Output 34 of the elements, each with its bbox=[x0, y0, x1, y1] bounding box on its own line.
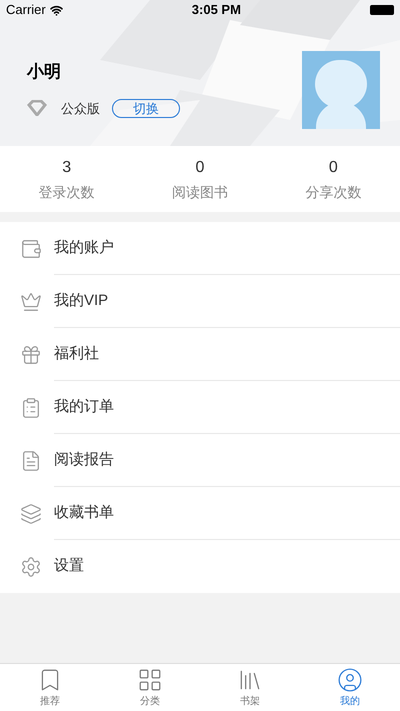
menu-item[interactable]: 阅读报告 bbox=[54, 448, 114, 472]
settings-icon bbox=[20, 556, 42, 578]
crown-icon bbox=[20, 290, 42, 312]
document-icon bbox=[20, 450, 42, 472]
wallet-icon bbox=[20, 238, 42, 260]
clock-text: 3:05 PM bbox=[192, 1, 241, 20]
switch-button[interactable]: 切换 bbox=[112, 98, 180, 118]
wifi-icon bbox=[50, 4, 63, 16]
clipboard-icon bbox=[20, 396, 42, 418]
user-icon bbox=[337, 666, 363, 692]
menu-item[interactable]: 福利社 bbox=[54, 342, 99, 366]
gift-icon bbox=[20, 344, 42, 366]
menu-item[interactable]: 我的VIP bbox=[54, 290, 108, 312]
menu-item[interactable]: 设置 bbox=[54, 555, 84, 578]
stat-label: 分享次数 bbox=[305, 182, 362, 202]
carrier-text: Carrier bbox=[6, 1, 46, 20]
user-name: 小明 bbox=[27, 61, 62, 83]
stat-value: 0 bbox=[328, 158, 338, 178]
tab-bar-item[interactable]: 我的 bbox=[300, 664, 400, 711]
tab-bar-item[interactable]: 推荐 bbox=[0, 664, 100, 711]
edition-text: 公众版 bbox=[61, 100, 100, 118]
menu-item[interactable]: 收藏书单 bbox=[54, 502, 114, 524]
stat-value: 3 bbox=[62, 158, 72, 178]
stat-label: 登录次数 bbox=[38, 182, 95, 202]
stack-icon bbox=[20, 502, 42, 524]
battery-icon bbox=[370, 5, 394, 15]
menu-item[interactable]: 我的订单 bbox=[54, 396, 114, 418]
grid-icon bbox=[137, 666, 163, 692]
menu-item[interactable]: 我的账户 bbox=[54, 236, 114, 260]
stat-value: 0 bbox=[196, 158, 204, 178]
diamond-icon bbox=[27, 100, 47, 116]
tab-bar-item[interactable]: 分类 bbox=[100, 664, 200, 711]
tab-bar-item[interactable]: 书架 bbox=[200, 664, 300, 711]
stat-label: 阅读图书 bbox=[172, 182, 228, 202]
